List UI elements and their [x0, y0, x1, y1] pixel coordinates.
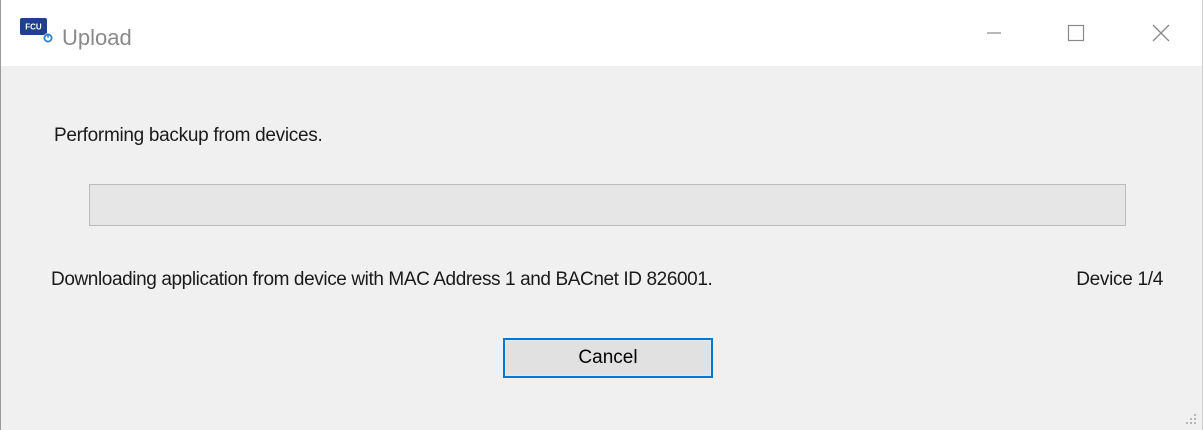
cancel-button-label: Cancel — [578, 347, 638, 368]
backup-message: Performing backup from devices. — [54, 125, 323, 146]
maximize-button[interactable] — [1046, 0, 1106, 66]
maximize-icon — [1067, 24, 1085, 42]
resize-grip-icon[interactable] — [1184, 412, 1198, 426]
app-icon: FCU — [20, 18, 53, 43]
close-button[interactable] — [1131, 0, 1191, 66]
cancel-button[interactable]: Cancel — [503, 338, 713, 378]
status-text: Downloading application from device with… — [51, 269, 713, 290]
minimize-button[interactable] — [964, 0, 1024, 66]
title-bar[interactable]: FCU Upload — [1, 0, 1202, 66]
window-title: Upload — [62, 25, 132, 50]
progress-bar — [89, 184, 1126, 226]
app-icon-label: FCU — [25, 23, 42, 32]
minimize-icon — [987, 32, 1001, 34]
upload-dialog: FCU Upload Performing backup from device… — [0, 0, 1203, 430]
close-icon — [1152, 24, 1170, 42]
device-counter: Device 1/4 — [1076, 269, 1163, 290]
